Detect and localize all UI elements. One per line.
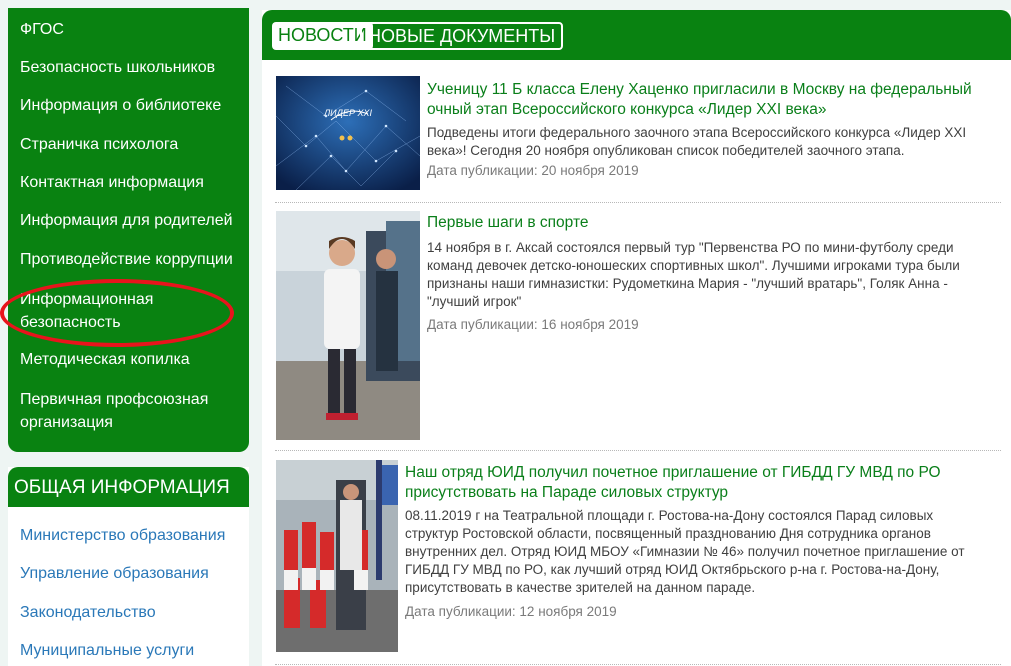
parade-photo <box>276 460 398 652</box>
link-municipal-services[interactable]: Муниципальные услуги <box>20 642 194 660</box>
link-legislation[interactable]: Законодательство <box>20 604 156 622</box>
sidebar-item-anticorruption[interactable]: Противодействие коррупции <box>20 249 245 271</box>
news-image-leader[interactable]: ЛИДЕР XXI <box>276 76 420 190</box>
sidebar-nav: ФГОС Безопасность школьников Информация … <box>8 8 249 452</box>
leader-contest-image: ЛИДЕР XXI <box>276 76 420 190</box>
news-date-1: Дата публикации: 20 ноября 2019 <box>427 163 639 178</box>
news-date-2: Дата публикации: 16 ноября 2019 <box>427 317 639 332</box>
general-info-title: ОБЩАЯ ИНФОРМАЦИЯ <box>8 467 249 507</box>
news-separator <box>275 202 1001 203</box>
news-image-sport[interactable] <box>276 211 420 440</box>
news-text-1: Подведены итоги федерального заочного эт… <box>427 125 967 158</box>
news-title-2[interactable]: Первые шаги в спорте <box>427 213 997 233</box>
sidebar-item-psychologist[interactable]: Страничка психолога <box>20 134 245 156</box>
news-title-3[interactable]: Наш отряд ЮИД получил почетное приглашен… <box>405 463 965 503</box>
link-ministry[interactable]: Министерство образования <box>20 527 225 545</box>
sidebar-item-library[interactable]: Информация о библиотеке <box>20 95 245 117</box>
sidebar-item-trade-union[interactable]: Первичная профсоюзная организация <box>20 388 220 434</box>
sport-photo <box>276 211 420 440</box>
sidebar-item-methodical[interactable]: Методическая копилка <box>20 349 245 371</box>
tab-news[interactable]: НОВОСТИ <box>272 22 373 50</box>
sidebar-item-contacts[interactable]: Контактная информация <box>20 172 245 194</box>
news-image-parade[interactable] <box>276 460 398 652</box>
news-tabs-header: НОВОСТИ НОВЫЕ ДОКУМЕНТЫ <box>262 10 1011 60</box>
main-content: НОВОСТИ НОВЫЕ ДОКУМЕНТЫ ЛИДЕР XXI Учениц… <box>262 10 1011 666</box>
news-date-3: Дата публикации: 12 ноября 2019 <box>405 604 617 619</box>
news-title-1[interactable]: Ученицу 11 Б класса Елену Хаценко пригла… <box>427 80 1007 120</box>
tab-new-documents[interactable]: НОВЫЕ ДОКУМЕНТЫ <box>360 22 564 50</box>
link-department[interactable]: Управление образования <box>20 565 209 583</box>
highlight-ellipse <box>0 279 234 347</box>
news-separator <box>275 664 1001 665</box>
news-separator <box>275 450 1001 451</box>
sidebar-item-parents[interactable]: Информация для родителей <box>20 210 245 232</box>
news-text-2: 14 ноября в г. Аксай состоялся первый ту… <box>427 240 960 309</box>
sidebar-item-student-safety[interactable]: Безопасность школьников <box>20 57 245 79</box>
general-info-panel: ОБЩАЯ ИНФОРМАЦИЯ Министерство образовани… <box>8 467 249 666</box>
news-text-3: 08.11.2019 г на Театральной площади г. Р… <box>405 508 965 595</box>
sidebar-item-fgos[interactable]: ФГОС <box>20 19 245 41</box>
